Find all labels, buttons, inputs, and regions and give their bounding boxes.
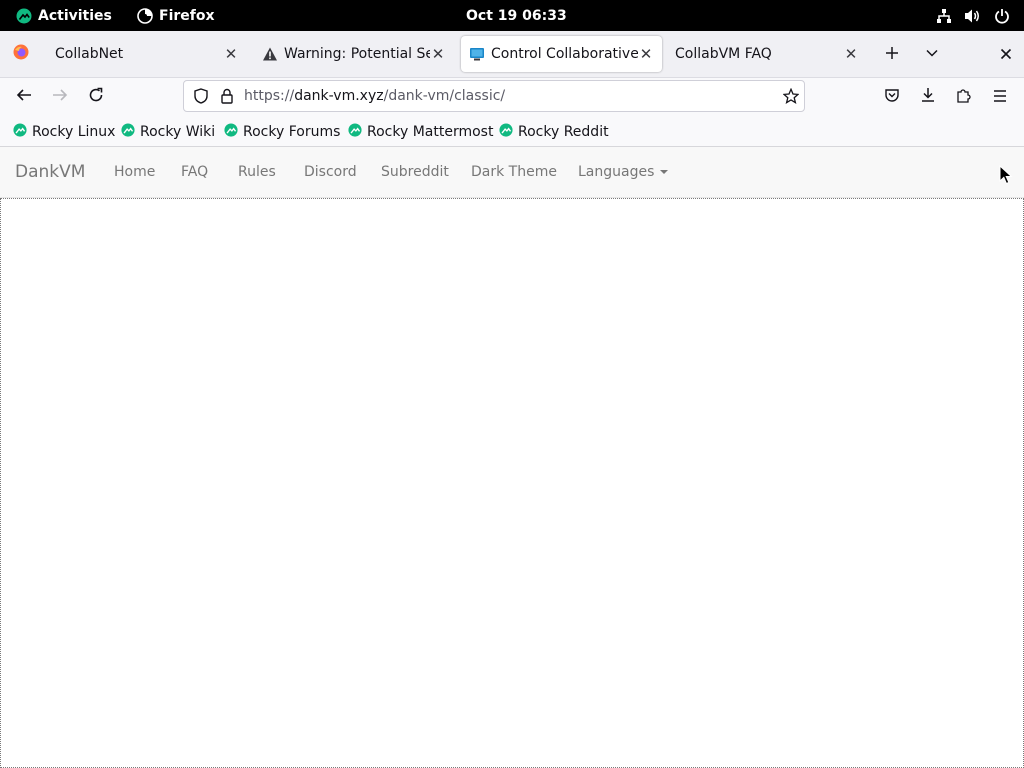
rocky-logo-icon bbox=[16, 8, 32, 24]
tab-title: Control Collaborative Virtual Machines! bbox=[491, 46, 638, 62]
languages-dropdown[interactable]: Languages bbox=[578, 147, 669, 197]
tab-title: Warning: Potential Security Risk Ahead bbox=[284, 46, 430, 62]
activities-button[interactable]: Activities bbox=[16, 0, 112, 31]
nav-link-faq[interactable]: FAQ bbox=[181, 147, 208, 197]
close-tab-icon[interactable]: ✕ bbox=[638, 45, 654, 63]
firefox-view-button[interactable] bbox=[4, 39, 38, 69]
arrow-right-icon bbox=[52, 87, 68, 107]
bookmark-rocky-mattermost[interactable]: Rocky Mattermost bbox=[348, 117, 493, 146]
close-tab-icon[interactable]: ✕ bbox=[430, 45, 446, 63]
firefox-app-icon bbox=[137, 7, 153, 24]
rocky-logo-icon bbox=[224, 122, 238, 141]
arrow-left-icon bbox=[16, 87, 32, 107]
nav-link-discord[interactable]: Discord bbox=[304, 147, 357, 197]
bookmarks-toolbar: Rocky Linux Rocky Wiki Rocky Forums Rock… bbox=[0, 117, 1024, 147]
nav-link-dark-theme[interactable]: Dark Theme bbox=[471, 147, 557, 197]
app-menu-button[interactable]: Firefox bbox=[137, 0, 215, 31]
rocky-logo-icon bbox=[499, 122, 513, 141]
plus-icon bbox=[885, 45, 899, 64]
rocky-logo-icon bbox=[121, 122, 135, 141]
pocket-icon bbox=[884, 87, 900, 107]
url-text[interactable]: https://dank-vm.xyz/dank-vm/classic/ bbox=[244, 81, 505, 111]
back-button[interactable] bbox=[9, 82, 39, 112]
app-menu-hamburger[interactable] bbox=[985, 82, 1015, 112]
url-path: /dank-vm/classic/ bbox=[383, 88, 506, 104]
close-icon bbox=[1000, 45, 1012, 64]
nav-link-subreddit[interactable]: Subreddit bbox=[381, 147, 449, 197]
bookmark-label: Rocky Mattermost bbox=[367, 123, 494, 140]
site-navbar: DankVM Home FAQ Rules Discord Subreddit … bbox=[0, 147, 1024, 198]
monitor-icon bbox=[469, 46, 485, 62]
caret-down-icon bbox=[660, 170, 669, 174]
bookmark-rocky-reddit[interactable]: Rocky Reddit bbox=[499, 117, 609, 146]
tab-collabvm-faq[interactable]: CollabVM FAQ ✕ bbox=[667, 36, 867, 72]
close-window-button[interactable] bbox=[991, 39, 1021, 69]
mouse-pointer-icon bbox=[999, 164, 1013, 189]
warning-icon bbox=[262, 46, 278, 62]
tab-control-collaborative[interactable]: Control Collaborative Virtual Machines! … bbox=[461, 36, 662, 72]
tab-warning[interactable]: Warning: Potential Security Risk Ahead ✕ bbox=[254, 36, 454, 72]
volume-icon[interactable] bbox=[964, 8, 982, 24]
bookmark-rocky-forums[interactable]: Rocky Forums bbox=[224, 117, 340, 146]
bookmark-label: Rocky Forums bbox=[243, 123, 341, 140]
pocket-button[interactable] bbox=[877, 82, 907, 112]
bookmark-rocky-wiki[interactable]: Rocky Wiki bbox=[121, 117, 215, 146]
list-all-tabs-button[interactable] bbox=[917, 39, 947, 69]
url-bar[interactable]: https://dank-vm.xyz/dank-vm/classic/ bbox=[183, 80, 805, 112]
network-icon[interactable] bbox=[936, 8, 952, 24]
download-icon bbox=[920, 87, 936, 107]
system-tray[interactable] bbox=[936, 0, 1010, 31]
bookmark-label: Rocky Linux bbox=[32, 123, 116, 140]
activities-label: Activities bbox=[38, 7, 112, 24]
web-content: DankVM Home FAQ Rules Discord Subreddit … bbox=[0, 147, 1024, 768]
nav-link-rules[interactable]: Rules bbox=[238, 147, 276, 197]
bookmark-label: Rocky Wiki bbox=[140, 123, 216, 140]
url-host: dank-vm.xyz bbox=[294, 88, 384, 104]
puzzle-icon bbox=[956, 87, 972, 107]
lock-icon[interactable] bbox=[212, 81, 242, 111]
extensions-button[interactable] bbox=[949, 82, 979, 112]
tab-title: CollabVM FAQ bbox=[675, 46, 772, 62]
tab-collabnet[interactable]: CollabNet ✕ bbox=[47, 36, 247, 72]
rocky-logo-icon bbox=[13, 122, 27, 141]
close-tab-icon[interactable]: ✕ bbox=[843, 45, 859, 63]
bookmark-rocky-linux[interactable]: Rocky Linux bbox=[13, 117, 115, 146]
url-protocol: https:// bbox=[244, 88, 295, 104]
clock[interactable]: Oct 19 06:33 bbox=[466, 0, 567, 31]
hamburger-menu-icon bbox=[992, 88, 1008, 107]
forward-button[interactable] bbox=[45, 82, 75, 112]
app-name-label: Firefox bbox=[159, 7, 215, 24]
tab-strip: CollabNet ✕ Warning: Potential Security … bbox=[0, 31, 1024, 78]
vm-display-area[interactable] bbox=[0, 198, 1024, 768]
close-tab-icon[interactable]: ✕ bbox=[223, 45, 239, 63]
bookmark-star-icon[interactable] bbox=[776, 81, 806, 111]
downloads-button[interactable] bbox=[913, 82, 943, 112]
nav-link-home[interactable]: Home bbox=[114, 147, 155, 197]
reload-button[interactable] bbox=[81, 82, 111, 112]
tab-title: CollabNet bbox=[55, 46, 124, 62]
bookmark-label: Rocky Reddit bbox=[518, 123, 609, 140]
chevron-down-icon bbox=[925, 45, 939, 64]
new-tab-button[interactable] bbox=[877, 39, 907, 69]
power-icon[interactable] bbox=[994, 8, 1010, 24]
system-top-bar: Activities Firefox Oct 19 06:33 bbox=[0, 0, 1024, 31]
navigation-toolbar: https://dank-vm.xyz/dank-vm/classic/ bbox=[0, 78, 1024, 117]
site-brand[interactable]: DankVM bbox=[15, 147, 85, 197]
rocky-logo-icon bbox=[348, 122, 362, 141]
reload-icon bbox=[88, 87, 104, 107]
firefox-icon bbox=[13, 44, 29, 64]
languages-label: Languages bbox=[578, 164, 655, 180]
